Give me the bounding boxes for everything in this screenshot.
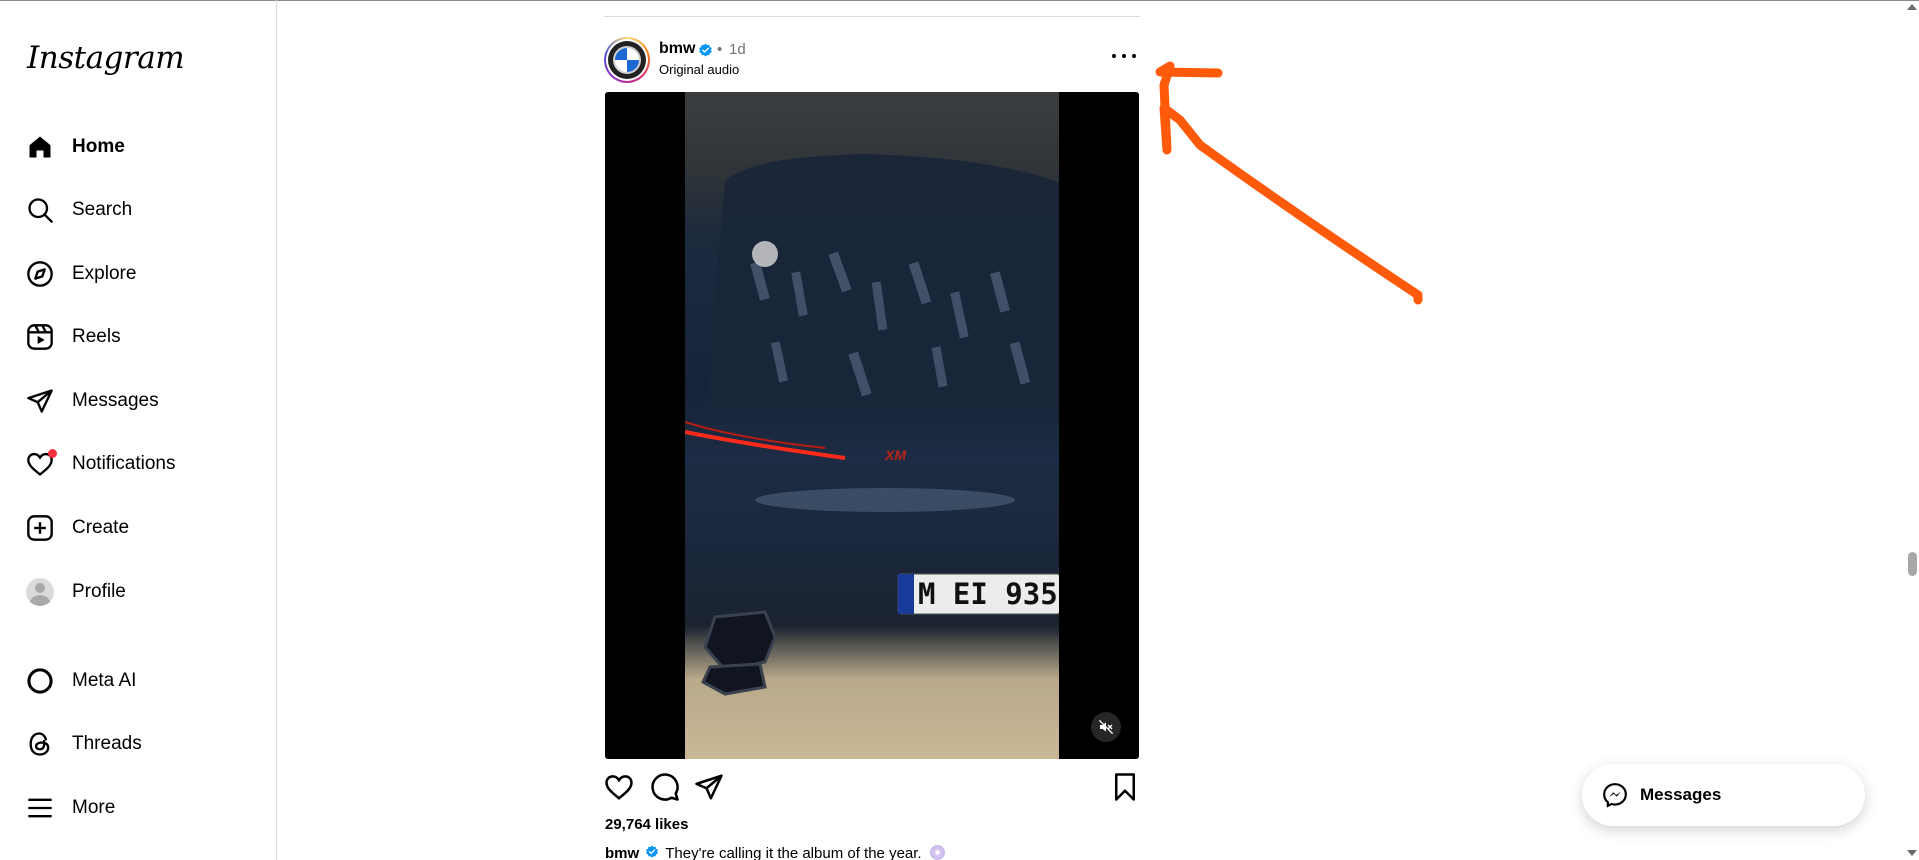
post-caption: bmw They're calling it the album of the … — [605, 845, 945, 860]
reels-icon — [26, 323, 54, 351]
messenger-icon — [1603, 783, 1627, 808]
comment-icon[interactable] — [650, 772, 680, 802]
paper-plane-icon — [26, 387, 54, 415]
svg-text:XM: XM — [884, 447, 906, 463]
post-timestamp[interactable]: 1d — [729, 41, 746, 58]
save-bookmark-icon[interactable] — [1110, 772, 1140, 802]
sidebar-item-label: Profile — [72, 581, 126, 602]
sidebar-item-label: Search — [72, 199, 133, 220]
sidebar: Instagram Home Search Explore Reels Mess… — [0, 0, 277, 860]
meta-separator: • — [717, 41, 723, 58]
meta-ai-ring-icon — [26, 667, 54, 695]
search-icon — [26, 196, 54, 224]
scroll-up-arrow-icon[interactable] — [1907, 4, 1917, 10]
sidebar-item-meta-ai[interactable]: Meta AI — [12, 655, 262, 707]
car-rear-image: XM M EI 935 — [685, 154, 1059, 696]
sidebar-item-reels[interactable]: Reels — [12, 311, 262, 363]
sidebar-item-threads[interactable]: Threads — [12, 718, 262, 770]
post-username[interactable]: bmw — [659, 40, 695, 58]
sidebar-item-label: Meta AI — [72, 670, 137, 691]
sidebar-item-label: Create — [72, 517, 130, 538]
sidebar-item-label: More — [72, 797, 116, 818]
plus-square-icon — [26, 514, 54, 542]
sidebar-item-label: Home — [72, 136, 125, 157]
sidebar-item-notifications[interactable]: Notifications — [12, 438, 262, 490]
sidebar-item-label: Messages — [72, 390, 159, 411]
notification-badge — [48, 449, 57, 458]
post-media[interactable]: XM M EI 935 — [605, 92, 1139, 759]
home-icon — [26, 133, 54, 161]
bmw-logo-icon — [608, 41, 646, 79]
feed-divider — [604, 16, 1140, 17]
sidebar-item-create[interactable]: Create — [12, 502, 262, 554]
scroll-down-arrow-icon[interactable] — [1907, 850, 1917, 856]
post-more-options-button[interactable] — [1112, 50, 1136, 62]
page-scrollbar[interactable] — [1904, 0, 1919, 860]
speaker-muted-icon — [1098, 719, 1114, 735]
scrollbar-thumb[interactable] — [1908, 552, 1917, 576]
post-audio-label[interactable]: Original audio — [659, 62, 739, 77]
sidebar-item-search[interactable]: Search — [12, 184, 262, 236]
sidebar-item-messages[interactable]: Messages — [12, 375, 262, 427]
threads-icon — [26, 730, 54, 758]
annotation-arrow — [1155, 61, 1423, 305]
heart-icon — [26, 449, 57, 478]
hamburger-icon — [26, 794, 54, 822]
like-count[interactable]: 29,764 likes — [605, 816, 688, 833]
share-paper-plane-icon[interactable] — [694, 772, 724, 802]
verified-badge-icon — [699, 43, 712, 57]
sidebar-item-home[interactable]: Home — [12, 121, 262, 173]
sidebar-item-label: Reels — [72, 326, 121, 347]
like-heart-icon[interactable] — [604, 772, 634, 802]
caption-text: They're calling it the album of the year… — [665, 845, 922, 860]
post-author-avatar[interactable] — [604, 37, 650, 83]
sidebar-item-explore[interactable]: Explore — [12, 248, 262, 300]
license-plate-text: M EI 935 — [918, 577, 1058, 611]
dot-icon — [1132, 54, 1136, 58]
sidebar-item-label: Threads — [72, 733, 142, 754]
sidebar-item-label: Notifications — [72, 453, 176, 474]
window-top-border — [0, 0, 1919, 1]
verified-badge-icon — [646, 845, 659, 858]
sidebar-item-profile[interactable]: Profile — [12, 566, 262, 618]
compass-icon — [26, 260, 54, 288]
cd-emoji-icon — [929, 845, 945, 860]
instagram-logo[interactable]: Instagram — [27, 40, 185, 76]
sidebar-item-more[interactable]: More — [12, 782, 262, 834]
messages-floating-button[interactable]: Messages — [1582, 764, 1865, 826]
dot-icon — [1112, 54, 1116, 58]
caption-username[interactable]: bmw — [605, 845, 639, 860]
messages-floating-label: Messages — [1640, 785, 1722, 804]
reel-video[interactable]: XM M EI 935 — [685, 92, 1059, 759]
mute-toggle-button[interactable] — [1091, 712, 1121, 742]
dot-icon — [1122, 54, 1126, 58]
avatar-icon — [26, 578, 54, 606]
sidebar-item-label: Explore — [72, 263, 137, 284]
